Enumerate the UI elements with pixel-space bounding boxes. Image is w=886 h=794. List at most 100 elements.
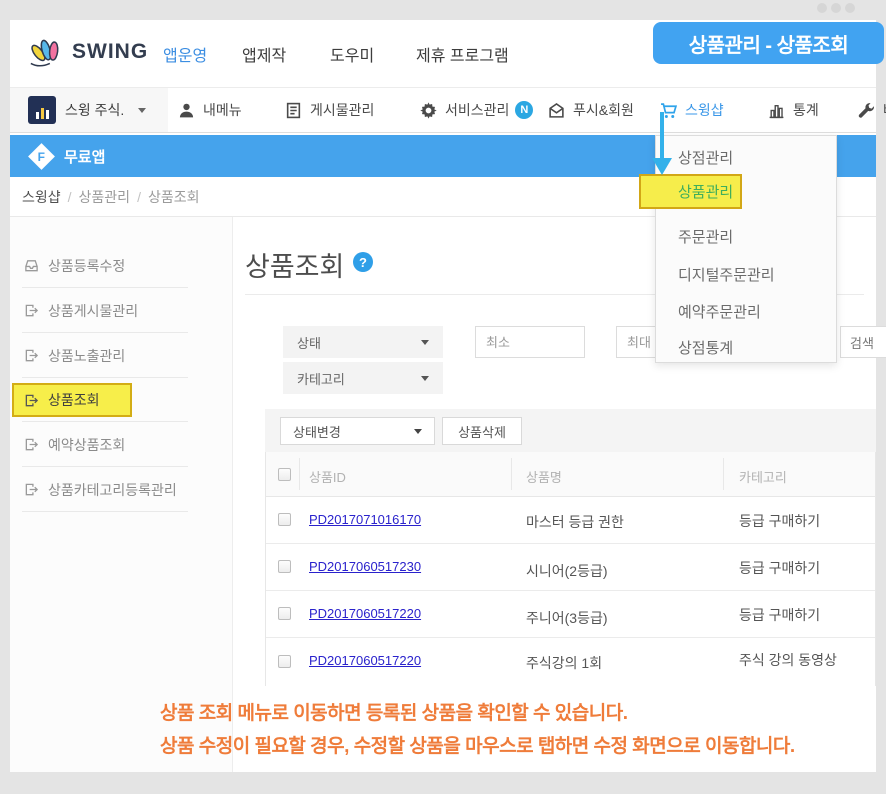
breadcrumb-item[interactable]: 스윙샵	[22, 187, 61, 207]
menu-item-product-manage[interactable]: 상품관리	[639, 174, 742, 209]
annotation-line-1: 상품 조회 메뉴로 이동하면 등록된 상품을 확인할 수 있습니다.	[160, 698, 628, 725]
appbar-item-stats[interactable]: 통계	[768, 88, 819, 132]
product-name: 마스터 등급 권한	[526, 512, 624, 532]
row-checkbox[interactable]	[278, 607, 291, 620]
breadcrumb-separator: /	[68, 189, 72, 205]
product-id-link[interactable]: PD2017060517230	[309, 559, 421, 574]
menu-item-store-manage[interactable]: 상점관리	[678, 147, 733, 168]
appbar-item-posts[interactable]: 게시물관리	[285, 88, 374, 132]
app-selector-label: 스윙 주식.	[65, 100, 124, 120]
appbar-item-swingshop[interactable]: 스윙샵	[660, 88, 724, 132]
row-checkbox[interactable]	[278, 513, 291, 526]
sidebar-item-product-category[interactable]: 상품카테고리등록관리	[10, 467, 232, 512]
product-category: 등급 구매하기	[739, 558, 820, 578]
column-header-name: 상품명	[526, 467, 562, 486]
appbar-item-service[interactable]: 서비스관리 N	[420, 88, 533, 132]
column-header-category: 카테고리	[739, 467, 787, 486]
menu-item-store-stats[interactable]: 상점통계	[678, 337, 733, 358]
row-checkbox[interactable]	[278, 655, 291, 668]
status-change-label: 상태변경	[293, 422, 341, 441]
topnav-partner-program[interactable]: 제휴 프로그램	[416, 20, 509, 87]
product-category: 등급 구매하기	[739, 511, 820, 531]
select-all-checkbox[interactable]	[278, 468, 291, 481]
table-row[interactable]: PD2017071016170 마스터 등급 권한 등급 구매하기	[266, 497, 875, 544]
product-category: 주식 강의 동영상	[739, 650, 837, 670]
chevron-down-icon	[421, 376, 429, 381]
location-badge: 상품관리 - 상품조회	[653, 22, 884, 64]
product-table: 상품ID 상품명 카테고리 PD2017071016170 마스터 등급 권한 …	[265, 452, 876, 686]
appbar-item-label: 스윙샵	[685, 100, 724, 120]
search-button[interactable]: 검색	[840, 326, 886, 358]
annotation-line-2: 상품 수정이 필요할 경우, 수정할 상품을 마우스로 탭하면 수정 화면으로 …	[160, 731, 795, 758]
sidebar-item-product-search[interactable]: 상품조회	[10, 378, 232, 422]
signout-icon	[24, 303, 39, 318]
sidebar: 상품등록수정 상품게시물관리 상품노출관리 상품조회 예약상품조회 상품카테고리…	[10, 217, 233, 772]
column-header-id: 상품ID	[309, 467, 346, 486]
app-selector[interactable]: 스윙 주식.	[10, 88, 168, 132]
user-icon	[178, 102, 195, 119]
column-separator	[511, 458, 512, 490]
product-id-link[interactable]: PD2017060517220	[309, 606, 421, 621]
table-row[interactable]: PD2017060517220 주니어(3등급) 등급 구매하기	[266, 591, 875, 638]
breadcrumb-separator: /	[137, 189, 141, 205]
signout-icon	[24, 482, 39, 497]
table-row[interactable]: PD2017060517230 시니어(2등급) 등급 구매하기	[266, 544, 875, 591]
sidebar-item-label: 상품카테고리등록관리	[48, 480, 177, 500]
signout-icon	[24, 393, 39, 408]
sidebar-item-label: 상품게시물관리	[48, 301, 138, 321]
sidebar-item-label: 상품조회	[48, 390, 100, 410]
product-category: 등급 구매하기	[739, 605, 820, 625]
product-name: 시니어(2등급)	[526, 561, 608, 581]
breadcrumb-item[interactable]: 상품관리	[79, 187, 131, 207]
column-separator	[299, 458, 300, 490]
menu-item-digital-order-manage[interactable]: 디지털주문관리	[678, 264, 775, 285]
sidebar-highlight-box[interactable]: 상품조회	[12, 383, 132, 417]
sidebar-item-product-exposure[interactable]: 상품노출관리	[10, 333, 232, 378]
window-dot-icon	[817, 3, 827, 13]
appbar-item-label: 푸시&회원	[573, 100, 634, 120]
delete-product-button[interactable]: 상품삭제	[442, 417, 522, 445]
pointer-arrow-icon	[652, 158, 672, 175]
new-badge: N	[515, 101, 533, 119]
row-checkbox[interactable]	[278, 560, 291, 573]
appbar-item-version[interactable]: 버	[858, 88, 886, 132]
menu-item-order-manage[interactable]: 주문관리	[678, 226, 733, 247]
product-name: 주니어(3등급)	[526, 608, 608, 628]
topnav-helper[interactable]: 도우미	[330, 20, 374, 87]
swing-logo[interactable]: SWING	[28, 37, 148, 67]
app-chart-icon	[28, 96, 56, 124]
sidebar-item-label: 상품노출관리	[48, 346, 125, 366]
product-name: 주식강의 1회	[526, 653, 602, 673]
gear-icon	[420, 102, 437, 119]
swingshop-dropdown-menu: 상점관리 상품관리 주문관리 디지털주문관리 예약주문관리 상점통계	[655, 135, 837, 363]
status-change-dropdown[interactable]: 상태변경	[280, 417, 435, 445]
topnav-app-create[interactable]: 앱제작	[242, 20, 286, 87]
chart-icon	[768, 102, 785, 119]
category-filter-dropdown[interactable]: 카테고리	[283, 362, 443, 394]
sidebar-item-reserved-product-search[interactable]: 예약상품조회	[10, 422, 232, 467]
chevron-down-icon	[138, 108, 146, 113]
product-id-link[interactable]: PD2017071016170	[309, 512, 421, 527]
min-price-input[interactable]	[475, 326, 585, 358]
breadcrumb-item[interactable]: 상품조회	[148, 187, 200, 207]
logo-text: SWING	[72, 40, 148, 64]
wrench-icon	[858, 102, 875, 119]
topnav-app-operate[interactable]: 앱운영	[163, 20, 207, 87]
sidebar-item-product-register-edit[interactable]: 상품등록수정	[10, 243, 232, 288]
product-id-link[interactable]: PD2017060517220	[309, 653, 421, 668]
app-banner-label: 무료앱	[64, 146, 105, 167]
table-row[interactable]: PD2017060517220 주식강의 1회 주식 강의 동영상	[266, 638, 875, 686]
free-app-icon: F	[28, 143, 55, 170]
appbar-item-push-members[interactable]: 푸시&회원	[548, 88, 634, 132]
menu-item-reserved-order-manage[interactable]: 예약주문관리	[678, 301, 761, 322]
pointer-arrow-line	[660, 112, 664, 160]
status-filter-dropdown[interactable]: 상태	[283, 326, 443, 358]
appbar-item-mymenu[interactable]: 내메뉴	[178, 88, 242, 132]
help-icon[interactable]: ?	[353, 252, 373, 272]
sidebar-item-product-posts[interactable]: 상품게시물관리	[10, 288, 232, 333]
app-toolbar: 스윙 주식. 내메뉴 게시물관리 서비스관리 N 푸시&회원 스윙샵 통계	[10, 88, 876, 133]
mail-icon	[548, 102, 565, 119]
appbar-item-label: 서비스관리	[445, 100, 509, 120]
inbox-icon	[24, 258, 39, 273]
sidebar-item-label: 상품등록수정	[48, 256, 125, 276]
